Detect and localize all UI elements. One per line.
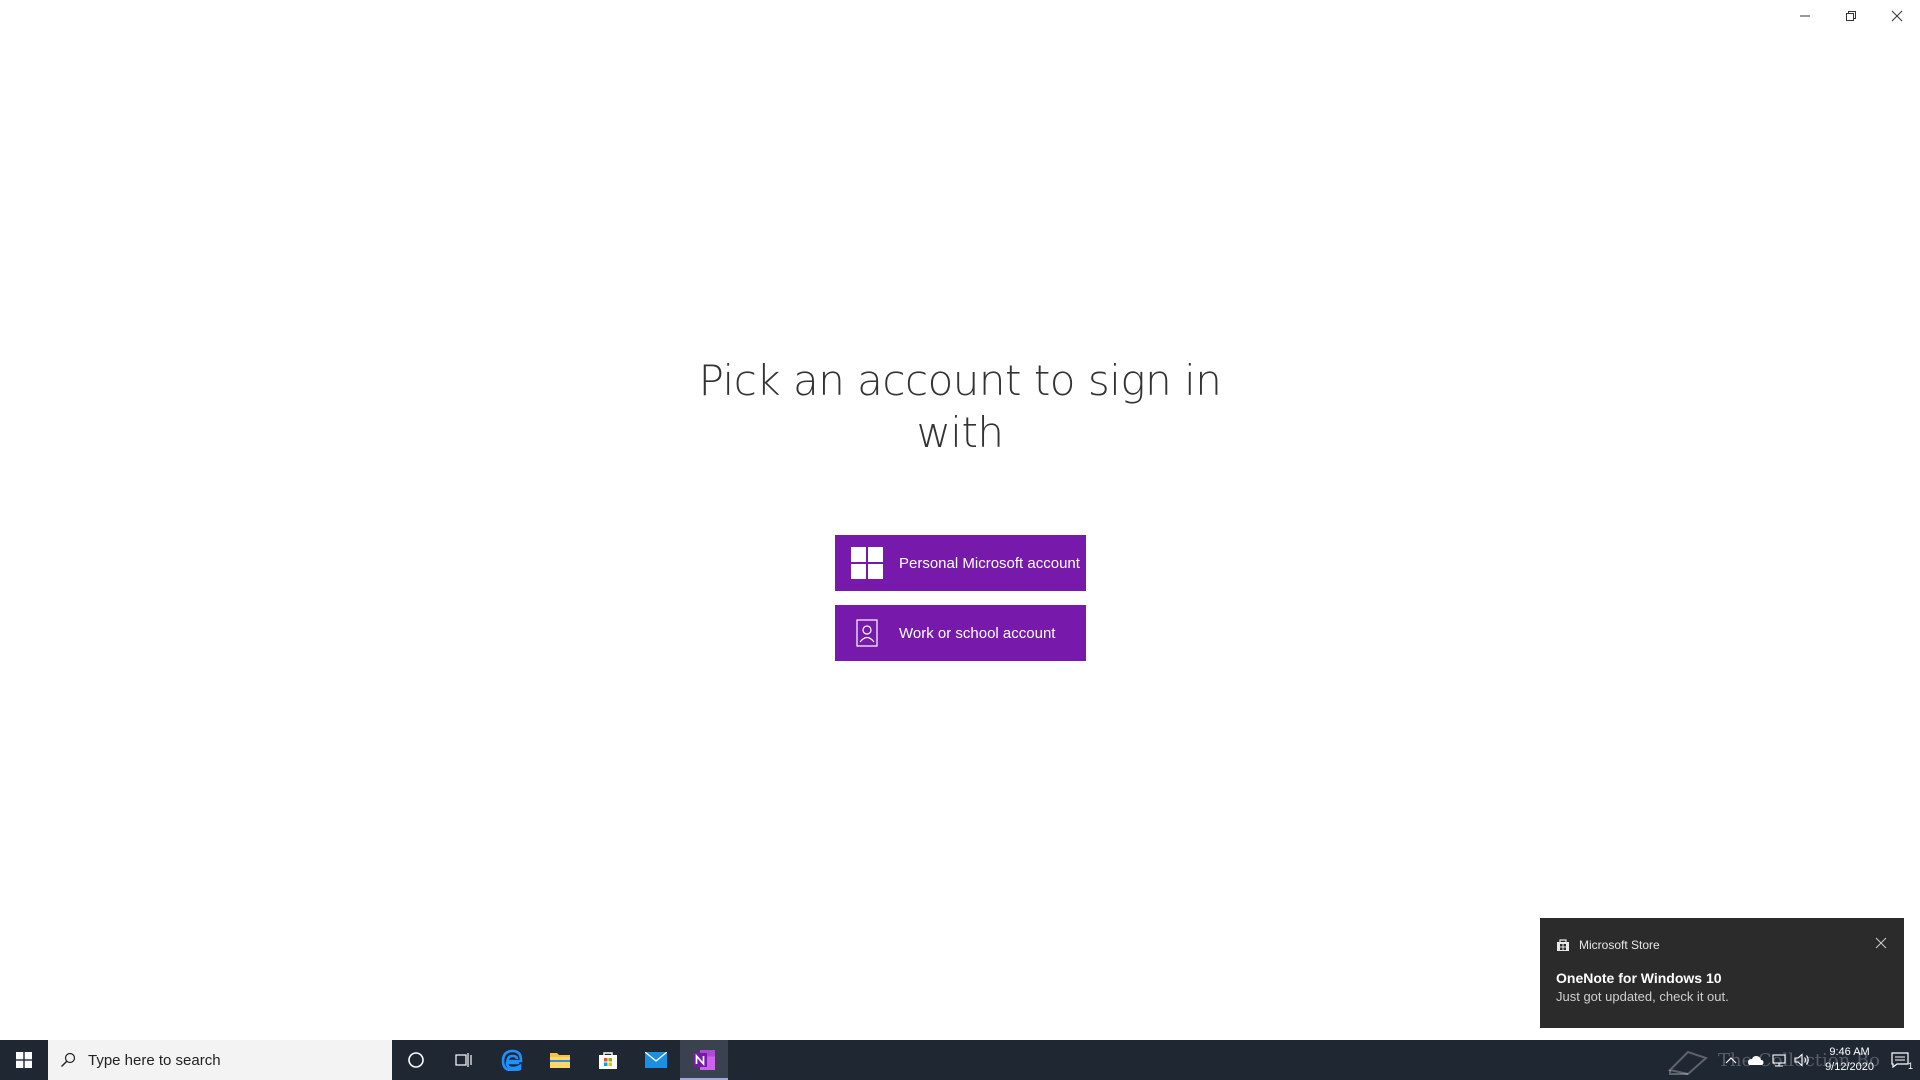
cortana-button[interactable] (392, 1040, 440, 1080)
task-view-icon (455, 1053, 472, 1067)
restore-icon (1846, 11, 1856, 21)
onenote-icon (693, 1050, 715, 1070)
task-view-button[interactable] (440, 1040, 488, 1080)
window-caption-buttons (1782, 0, 1920, 32)
taskbar: Type here to search 9:46 AM 9/12/2020 1 (0, 1040, 1920, 1080)
store-bag-icon (1557, 939, 1569, 951)
search-icon (61, 1052, 76, 1067)
toast-source-label: Microsoft Store (1579, 938, 1660, 952)
edge-icon (501, 1049, 523, 1071)
volume-icon (1794, 1053, 1809, 1067)
clock-time: 9:46 AM (1829, 1046, 1870, 1058)
personal-account-button[interactable]: Personal Microsoft account (835, 535, 1086, 591)
network-icon (1772, 1054, 1786, 1067)
person-badge-icon (851, 617, 883, 649)
store-notification-toast[interactable]: Microsoft Store OneNote for Windows 10 J… (1540, 918, 1904, 1028)
work-account-button[interactable]: Work or school account (835, 605, 1086, 661)
windows-start-icon (16, 1052, 32, 1068)
toast-body: Just got updated, check it out. (1556, 989, 1729, 1004)
clock[interactable]: 9:46 AM 9/12/2020 (1825, 1045, 1874, 1075)
toast-title: OneNote for Windows 10 (1556, 970, 1722, 986)
taskbar-search-box[interactable]: Type here to search (48, 1040, 392, 1080)
restore-button[interactable] (1828, 0, 1874, 32)
start-button[interactable] (0, 1040, 48, 1080)
chevron-up-icon (1725, 1057, 1737, 1064)
search-placeholder: Type here to search (88, 1051, 221, 1069)
windows-logo-icon (851, 547, 883, 579)
action-center-button[interactable]: 1 (1880, 1040, 1920, 1080)
volume-tray[interactable] (1791, 1040, 1815, 1080)
notification-count: 1 (1907, 1061, 1913, 1071)
personal-account-label: Personal Microsoft account (899, 554, 1080, 572)
minimize-icon (1800, 15, 1810, 17)
file-explorer-icon (550, 1053, 570, 1068)
toast-close-icon[interactable] (1874, 936, 1888, 950)
onedrive-icon (1748, 1056, 1764, 1065)
file-explorer-button[interactable] (536, 1040, 584, 1080)
toast-source: Microsoft Store (1556, 938, 1660, 952)
edge-button[interactable] (488, 1040, 536, 1080)
clock-date: 9/12/2020 (1825, 1061, 1874, 1073)
onenote-window: Pick an account to sign in with Personal… (0, 0, 1920, 1040)
close-button[interactable] (1874, 0, 1920, 32)
tray-chevron[interactable] (1719, 1040, 1743, 1080)
minimize-button[interactable] (1782, 0, 1828, 32)
close-icon (1891, 10, 1903, 22)
microsoft-store-icon (599, 1052, 617, 1069)
mail-button[interactable] (632, 1040, 680, 1080)
mail-icon (645, 1052, 667, 1068)
network-tray[interactable] (1767, 1040, 1791, 1080)
onedrive-tray[interactable] (1743, 1040, 1767, 1080)
cortana-icon (408, 1052, 424, 1068)
system-tray: 9:46 AM 9/12/2020 1 (1719, 1040, 1920, 1080)
notification-icon (1891, 1052, 1909, 1068)
page-title: Pick an account to sign in with (698, 356, 1222, 457)
onenote-button[interactable] (680, 1040, 728, 1080)
work-account-label: Work or school account (899, 624, 1056, 642)
microsoft-store-button[interactable] (584, 1040, 632, 1080)
